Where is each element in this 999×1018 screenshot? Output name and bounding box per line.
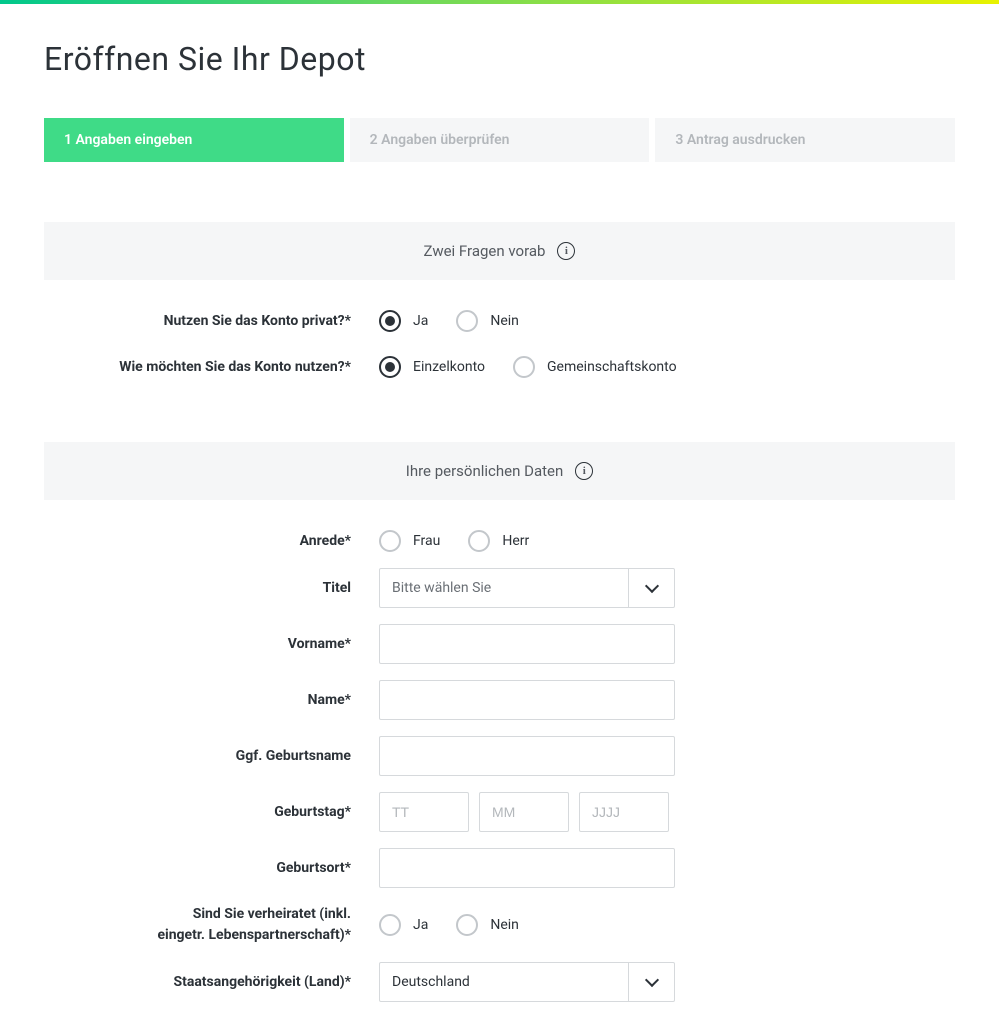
radio-label-joint: Gemeinschaftskonto [547,359,677,375]
row-salutation: Anrede* Frau Herr [44,530,955,552]
radio-circle-icon [379,310,401,332]
label-account-type: Wie möchten Sie das Konto nutzen?* [44,359,379,375]
info-icon[interactable]: i [575,462,593,480]
page-title: Eröffnen Sie Ihr Depot [44,40,955,78]
select-title-value: Bitte wählen Sie [379,568,629,608]
input-birthplace[interactable] [379,848,675,888]
section-title-prelim: Zwei Fragen vorab [424,242,546,260]
label-firstname: Vorname* [44,636,379,652]
row-nationality: Staatsangehörigkeit (Land)* Deutschland [44,962,955,1002]
radio-married-yes[interactable]: Ja [379,914,428,936]
select-nationality-button[interactable] [629,962,675,1002]
radio-label-frau: Frau [413,533,440,549]
select-nationality[interactable]: Deutschland [379,962,675,1002]
row-birthname: Ggf. Geburtsname [44,736,955,776]
radio-circle-icon [379,530,401,552]
input-lastname[interactable] [379,680,675,720]
progress-step-2[interactable]: 2 Angaben überprüfen [350,118,650,162]
radio-circle-icon [456,914,478,936]
radio-label-yes: Ja [413,313,428,329]
label-private-use: Nutzen Sie das Konto privat?* [44,313,379,329]
row-birthday: Geburtstag* [44,792,955,832]
radio-circle-icon [468,530,490,552]
progress-step-1[interactable]: 1 Angaben eingeben [44,118,344,162]
label-birthname: Ggf. Geburtsname [44,748,379,764]
input-birthday-day[interactable] [379,792,469,832]
radio-circle-icon [379,356,401,378]
radio-label-married-no: Nein [490,917,519,933]
section-title-personal: Ihre persönlichen Daten [406,462,564,480]
radio-herr[interactable]: Herr [468,530,529,552]
label-nationality: Staatsangehörigkeit (Land)* [44,974,379,990]
radio-joint-account[interactable]: Gemeinschaftskonto [513,356,677,378]
select-title[interactable]: Bitte wählen Sie [379,568,675,608]
section-header-prelim: Zwei Fragen vorab i [44,222,955,280]
info-icon[interactable]: i [557,242,575,260]
select-title-button[interactable] [629,568,675,608]
row-birthplace: Geburtsort* [44,848,955,888]
radio-frau[interactable]: Frau [379,530,440,552]
row-account-type: Wie möchten Sie das Konto nutzen?* Einze… [44,356,955,378]
input-birthday-year[interactable] [579,792,669,832]
row-firstname: Vorname* [44,624,955,664]
input-birthname[interactable] [379,736,675,776]
radio-circle-icon [456,310,478,332]
label-married: Sind Sie verheiratet (inkl. eingetr. Leb… [44,904,379,946]
progress-step-3[interactable]: 3 Antrag ausdrucken [655,118,955,162]
radio-single-account[interactable]: Einzelkonto [379,356,485,378]
section-header-personal: Ihre persönlichen Daten i [44,442,955,500]
label-birthplace: Geburtsort* [44,860,379,876]
radio-circle-icon [513,356,535,378]
radio-private-no[interactable]: Nein [456,310,519,332]
chevron-down-icon [644,579,658,593]
radio-label-no: Nein [490,313,519,329]
radio-label-married-yes: Ja [413,917,428,933]
label-lastname: Name* [44,692,379,708]
progress-bar: 1 Angaben eingeben 2 Angaben überprüfen … [44,118,955,162]
label-birthday: Geburtstag* [44,804,379,820]
row-private-use: Nutzen Sie das Konto privat?* Ja Nein [44,310,955,332]
radio-private-yes[interactable]: Ja [379,310,428,332]
row-title: Titel Bitte wählen Sie [44,568,955,608]
input-birthday-month[interactable] [479,792,569,832]
radio-circle-icon [379,914,401,936]
main-container: Eröffnen Sie Ihr Depot 1 Angaben eingebe… [0,4,999,1002]
row-married: Sind Sie verheiratet (inkl. eingetr. Leb… [44,904,955,946]
chevron-down-icon [644,973,658,987]
radio-label-single: Einzelkonto [413,359,485,375]
select-nationality-value: Deutschland [379,962,629,1002]
input-firstname[interactable] [379,624,675,664]
radio-married-no[interactable]: Nein [456,914,519,936]
radio-label-herr: Herr [502,533,529,549]
label-title: Titel [44,580,379,596]
row-lastname: Name* [44,680,955,720]
label-salutation: Anrede* [44,533,379,549]
